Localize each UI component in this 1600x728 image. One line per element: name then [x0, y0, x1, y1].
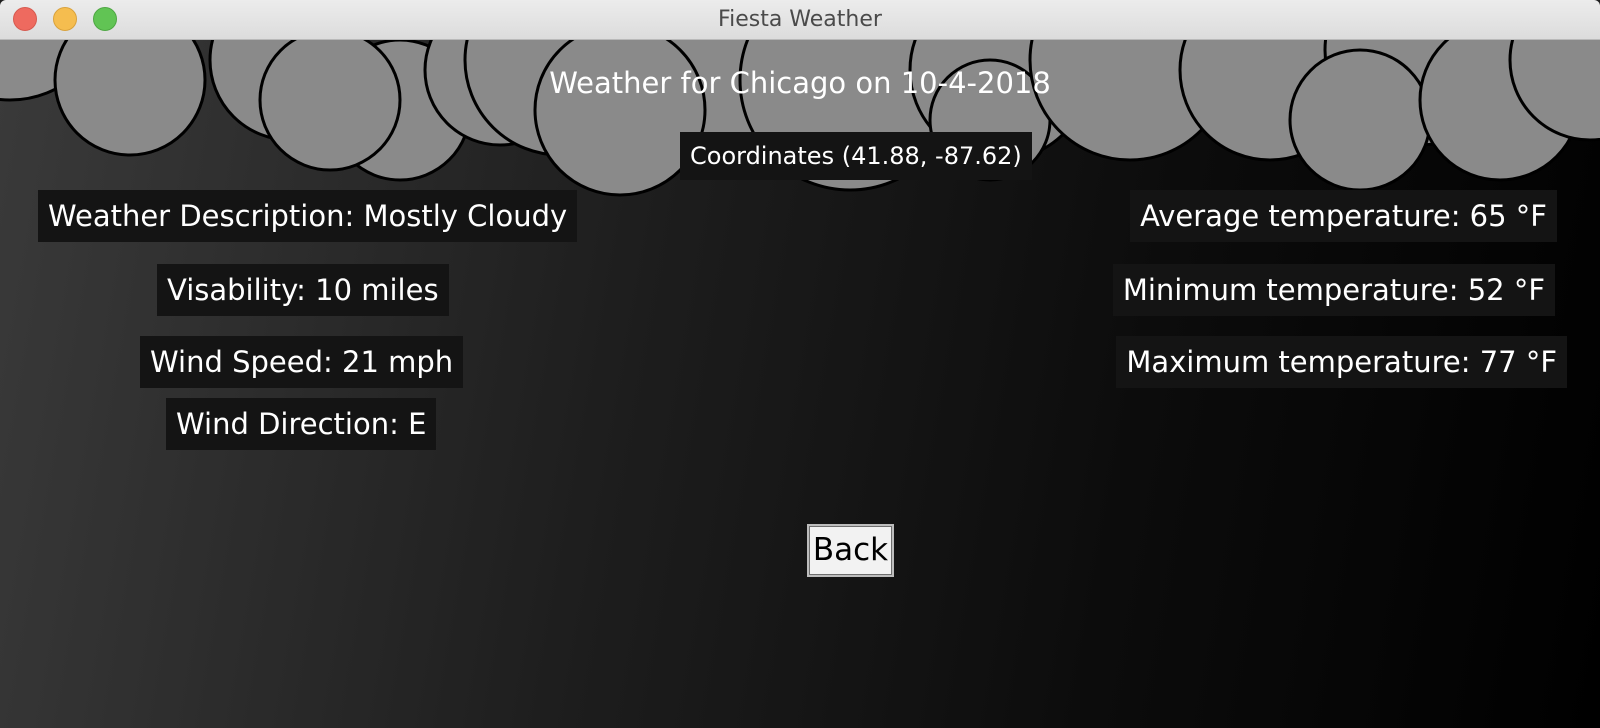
- visibility-label: Visability: 10 miles: [157, 264, 449, 316]
- average-temperature-label: Average temperature: 65 °F: [1130, 190, 1557, 242]
- coordinates-label: Coordinates (41.88, -87.62): [680, 132, 1032, 180]
- wind-speed-label: Wind Speed: 21 mph: [140, 336, 464, 388]
- weather-description-label: Weather Description: Mostly Cloudy: [38, 190, 578, 242]
- wind-direction-label: Wind Direction: E: [166, 398, 437, 450]
- window-title: Fiesta Weather: [718, 7, 882, 32]
- back-button[interactable]: Back: [807, 524, 894, 577]
- title-bar[interactable]: Fiesta Weather: [0, 0, 1600, 40]
- app-window: Fiesta Weather Weather for Chicago on 10…: [0, 0, 1600, 728]
- maximum-temperature-label: Maximum temperature: 77 °F: [1116, 336, 1567, 388]
- minimum-temperature-label: Minimum temperature: 52 °F: [1112, 264, 1555, 316]
- weather-view: Weather for Chicago on 10-4-2018 Coordin…: [0, 40, 1600, 728]
- page-title: Weather for Chicago on 10-4-2018: [549, 66, 1051, 100]
